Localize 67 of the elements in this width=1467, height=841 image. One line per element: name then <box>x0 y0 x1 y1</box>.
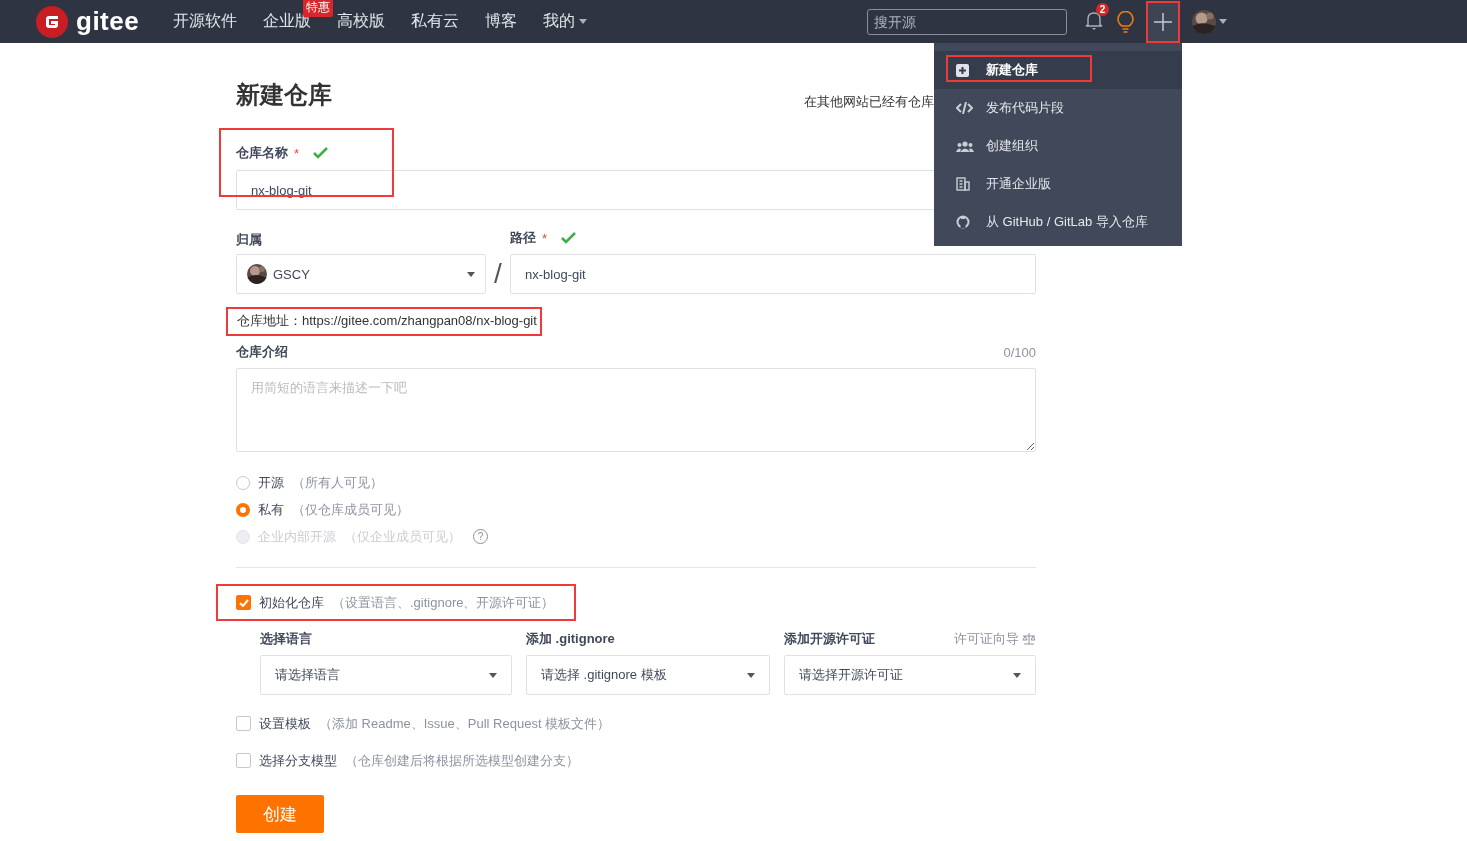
checkbox-option[interactable]: 初始化仓库 （设置语言、.gitignore、开源许可证） <box>236 594 555 611</box>
caret-icon <box>1219 19 1227 24</box>
nav-link[interactable]: 我的 <box>543 11 576 32</box>
radio-button[interactable] <box>236 475 250 490</box>
path-separator: / <box>493 257 503 291</box>
field-label: 添加开源许可证 <box>784 630 875 648</box>
logo-text[interactable]: gitee <box>76 6 140 37</box>
scale-icon <box>1022 633 1036 645</box>
nav-link[interactable]: 开源软件 <box>173 11 238 32</box>
option-label: 初始化仓库 <box>259 593 324 612</box>
nav-link[interactable]: 高校版 <box>337 11 386 32</box>
field-label: 归属 <box>236 231 263 249</box>
page-title: 新建仓库 <box>236 80 332 110</box>
caret-icon[interactable] <box>579 19 588 24</box>
field-label: 仓库介绍 <box>236 343 288 361</box>
checkbox-option[interactable]: 设置模板 （添加 Readme、Issue、Pull Request 模板文件） <box>236 715 1036 732</box>
building-icon <box>956 177 970 191</box>
caret-icon <box>489 672 497 678</box>
field-label: 选择语言 <box>260 630 312 648</box>
checkbox-option[interactable]: 选择分支模型 （仓库创建后将根据所选模型创建分支） <box>236 752 1036 769</box>
caret-icon <box>747 672 755 678</box>
people-icon <box>956 140 974 152</box>
char-counter: 0/100 <box>1003 344 1036 360</box>
option-hint: （所有人可见） <box>292 473 383 492</box>
menu-item[interactable]: 创建组织 <box>934 127 1182 165</box>
lightbulb-icon[interactable] <box>1117 10 1134 33</box>
checkbox[interactable] <box>236 716 251 731</box>
required-mark: * <box>542 230 548 246</box>
repo-address: 仓库地址：https://gitee.com/zhangpan08/nx-blog-git <box>237 313 537 328</box>
field-label: 添加 .gitignore <box>526 630 615 648</box>
dropdown-select[interactable]: 请选择 .gitignore 模板 <box>526 655 770 695</box>
option-hint: （仓库创建后将根据所选模型创建分支） <box>345 751 579 770</box>
logo-icon[interactable] <box>36 5 68 38</box>
option-hint: （设置语言、.gitignore、开源许可证） <box>332 593 555 612</box>
search-field[interactable]: 搜开源 <box>867 8 1067 35</box>
nav-link[interactable]: 私有云 <box>411 11 460 32</box>
option-hint: （添加 Readme、Issue、Pull Request 模板文件） <box>319 714 611 733</box>
checkbox[interactable] <box>236 753 251 768</box>
menu-item[interactable]: 发布代码片段 <box>934 89 1182 127</box>
menu-item[interactable]: 新建仓库 <box>934 51 1182 89</box>
dropdown-select[interactable]: 请选择语言 <box>260 655 512 695</box>
notification-count: 2 <box>1096 2 1109 16</box>
required-mark: * <box>294 145 300 161</box>
create-button[interactable] <box>1148 2 1178 41</box>
promo-badge: 特惠 <box>303 0 334 17</box>
option-label: 私有 <box>258 500 284 519</box>
nav-link[interactable]: 博客 <box>485 11 518 32</box>
visibility-option[interactable]: 开源 （所有人可见） <box>236 474 1036 491</box>
octocat-icon <box>956 215 970 229</box>
option-label: 设置模板 <box>259 714 311 733</box>
field-label: 路径 <box>510 229 536 247</box>
caret-icon <box>1013 672 1021 678</box>
import-hint: 在其他网站已经有仓库 <box>804 93 934 111</box>
option-hint: （仅仓库成员可见） <box>292 500 409 519</box>
checkbox[interactable] <box>236 595 251 610</box>
owner-select[interactable]: GSCY <box>236 254 486 294</box>
caret-icon <box>467 271 475 277</box>
dropdown-select[interactable]: 请选择开源许可证 <box>784 655 1036 695</box>
plus-square-icon <box>956 63 969 77</box>
option-label: 开源 <box>258 473 284 492</box>
option-label: 选择分支模型 <box>259 751 337 770</box>
visibility-option[interactable]: 私有 （仅仓库成员可见） <box>236 501 1036 518</box>
field-label: 仓库名称 <box>236 144 288 162</box>
code-icon <box>956 102 973 114</box>
path-field[interactable]: nx-blog-git <box>510 254 1036 294</box>
radio-button[interactable] <box>236 502 250 517</box>
plus-icon <box>1154 12 1172 31</box>
